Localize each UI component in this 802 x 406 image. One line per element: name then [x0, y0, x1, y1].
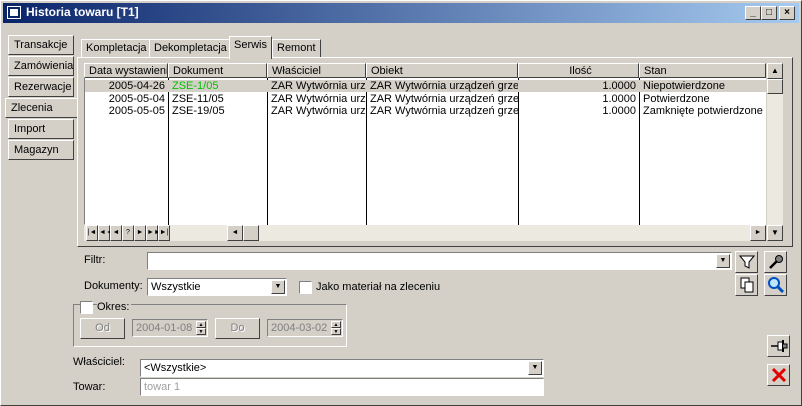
close-button[interactable]: ×	[779, 6, 795, 20]
side-tab-rezerwacje[interactable]: Rezerwacje	[8, 77, 74, 97]
vertical-scroll-thumb[interactable]	[767, 79, 783, 94]
filter-combo[interactable]: ▼	[147, 252, 732, 270]
chevron-down-icon[interactable]: ▼	[271, 280, 285, 294]
material-checkbox[interactable]	[299, 281, 312, 294]
documents-icon	[740, 277, 753, 293]
side-tab-import[interactable]: Import	[8, 119, 74, 139]
tab-kompletacja[interactable]: Kompletacja	[81, 39, 152, 58]
owner-value: <Wszystkie>	[144, 362, 207, 374]
owner-label: Właściciel:	[73, 356, 125, 368]
from-button[interactable]: Od	[80, 318, 125, 339]
cell-quantity: 1.0000	[602, 105, 636, 117]
close-dialog-button[interactable]	[767, 364, 790, 386]
cell-document: ZSE-19/05	[172, 105, 225, 117]
documents-value: Wszystkie	[151, 281, 201, 293]
pin-icon	[770, 340, 787, 352]
material-checkbox-label: Jako materiał na zleceniu	[316, 281, 441, 293]
cell-date: 2005-04-26	[108, 80, 165, 92]
minimize-button[interactable]: _	[745, 6, 761, 20]
owner-combo[interactable]: <Wszystkie> ▼	[140, 359, 544, 377]
product-placeholder: towar 1	[144, 381, 181, 393]
title-bar[interactable]: Historia towaru [T1] _ □ ×	[3, 3, 799, 23]
documents-label: Dokumenty:	[84, 280, 143, 292]
app-icon	[7, 6, 21, 19]
product-field[interactable]: towar 1	[140, 378, 544, 396]
spin-up-icon[interactable]: ▲	[331, 321, 341, 328]
close-icon	[771, 367, 786, 383]
search-button[interactable]	[764, 274, 787, 296]
nav-prev-page-icon[interactable]: ◄◄	[98, 225, 113, 241]
column-header-object[interactable]: Obiekt	[366, 63, 518, 78]
cell-owner: ZAR Wytwórnia urządzeń	[271, 93, 366, 105]
cell-owner: ZAR Wytwórnia urządzeń	[271, 105, 366, 117]
cell-document: ZSE-1/05	[172, 80, 219, 92]
copy-documents-button[interactable]	[735, 274, 758, 296]
to-date-value: 2004-03-02	[271, 322, 328, 334]
column-header-owner[interactable]: Właściciel	[267, 63, 366, 78]
chevron-down-icon[interactable]: ▼	[528, 361, 542, 375]
from-date-value: 2004-01-08	[136, 322, 193, 334]
nav-next-page-icon[interactable]: ►►	[146, 225, 161, 241]
cell-state: Niepotwierdzone	[643, 80, 725, 92]
scroll-up-button[interactable]: ▲	[767, 63, 783, 79]
spin-up-icon[interactable]: ▲	[196, 321, 206, 328]
column-header-quantity[interactable]: Ilość	[518, 63, 639, 78]
search-icon	[767, 277, 784, 294]
tab-remont[interactable]: Remont	[272, 39, 321, 58]
tab-dekompletacja[interactable]: Dekompletacja	[149, 39, 232, 58]
nav-help-icon[interactable]: ?	[122, 225, 134, 241]
wrench-icon	[768, 255, 783, 269]
from-date-field[interactable]: 2004-01-08 ▲ ▼	[132, 319, 208, 337]
cell-state: Zamknięte potwierdzone	[643, 105, 763, 117]
side-tab-transakcje[interactable]: Transakcje	[8, 35, 74, 55]
cell-quantity: 1.0000	[602, 80, 636, 92]
cell-quantity: 1.0000	[602, 93, 636, 105]
to-date-field[interactable]: 2004-03-02 ▲ ▼	[267, 319, 343, 337]
nav-prev-icon[interactable]: ◄	[110, 225, 122, 241]
maximize-button[interactable]: □	[761, 6, 777, 20]
filter-label: Filtr:	[84, 254, 106, 266]
column-header-date[interactable]: Data wystawienia	[84, 63, 168, 78]
product-label: Towar:	[73, 381, 106, 393]
cell-state: Potwierdzone	[643, 93, 710, 105]
scroll-left-button[interactable]: ◄	[227, 225, 243, 241]
documents-combo[interactable]: Wszystkie ▼	[147, 278, 287, 296]
column-header-document[interactable]: Dokument	[168, 63, 267, 78]
period-label: Okres:	[97, 301, 132, 313]
window-title: Historia towaru [T1]	[26, 5, 139, 19]
cell-object: ZAR Wytwórnia urządzeń grzew	[370, 80, 518, 92]
scroll-right-button[interactable]: ►	[750, 225, 766, 241]
horizontal-scroll-thumb[interactable]	[243, 225, 259, 241]
nav-last-icon[interactable]: ►|	[158, 225, 170, 241]
nav-next-icon[interactable]: ►	[134, 225, 146, 241]
side-tab-zamowienia[interactable]: Zamówienia	[8, 56, 74, 76]
filter-button[interactable]	[735, 251, 758, 273]
filter-settings-button[interactable]	[764, 251, 787, 273]
pin-button[interactable]	[767, 335, 790, 357]
tab-serwis[interactable]: Serwis	[229, 36, 273, 59]
horizontal-scrollbar[interactable]	[84, 225, 766, 241]
spin-down-icon[interactable]: ▼	[331, 328, 341, 335]
cell-owner: ZAR Wytwórnia urządzeń	[271, 80, 366, 92]
cell-object: ZAR Wytwórnia urządzeń grzew	[370, 93, 518, 105]
chevron-down-icon[interactable]: ▼	[716, 254, 730, 268]
funnel-icon	[738, 255, 755, 269]
column-header-state[interactable]: Stan	[639, 63, 766, 78]
spin-down-icon[interactable]: ▼	[196, 328, 206, 335]
to-button[interactable]: Do	[215, 318, 260, 339]
history-window: Historia towaru [T1] _ □ × Transakcje Za…	[0, 0, 802, 406]
cell-date: 2005-05-05	[108, 105, 165, 117]
side-tab-zlecenia[interactable]: Zlecenia	[5, 98, 77, 118]
side-tab-magazyn[interactable]: Magazyn	[8, 140, 74, 160]
cell-object: ZAR Wytwórnia urządzeń grzew	[370, 105, 518, 117]
nav-first-icon[interactable]: |◄	[86, 225, 98, 241]
scroll-down-button[interactable]: ▼	[767, 225, 783, 241]
period-checkbox[interactable]	[80, 301, 93, 314]
cell-date: 2005-05-04	[108, 93, 165, 105]
cell-document: ZSE-11/05	[172, 93, 224, 105]
